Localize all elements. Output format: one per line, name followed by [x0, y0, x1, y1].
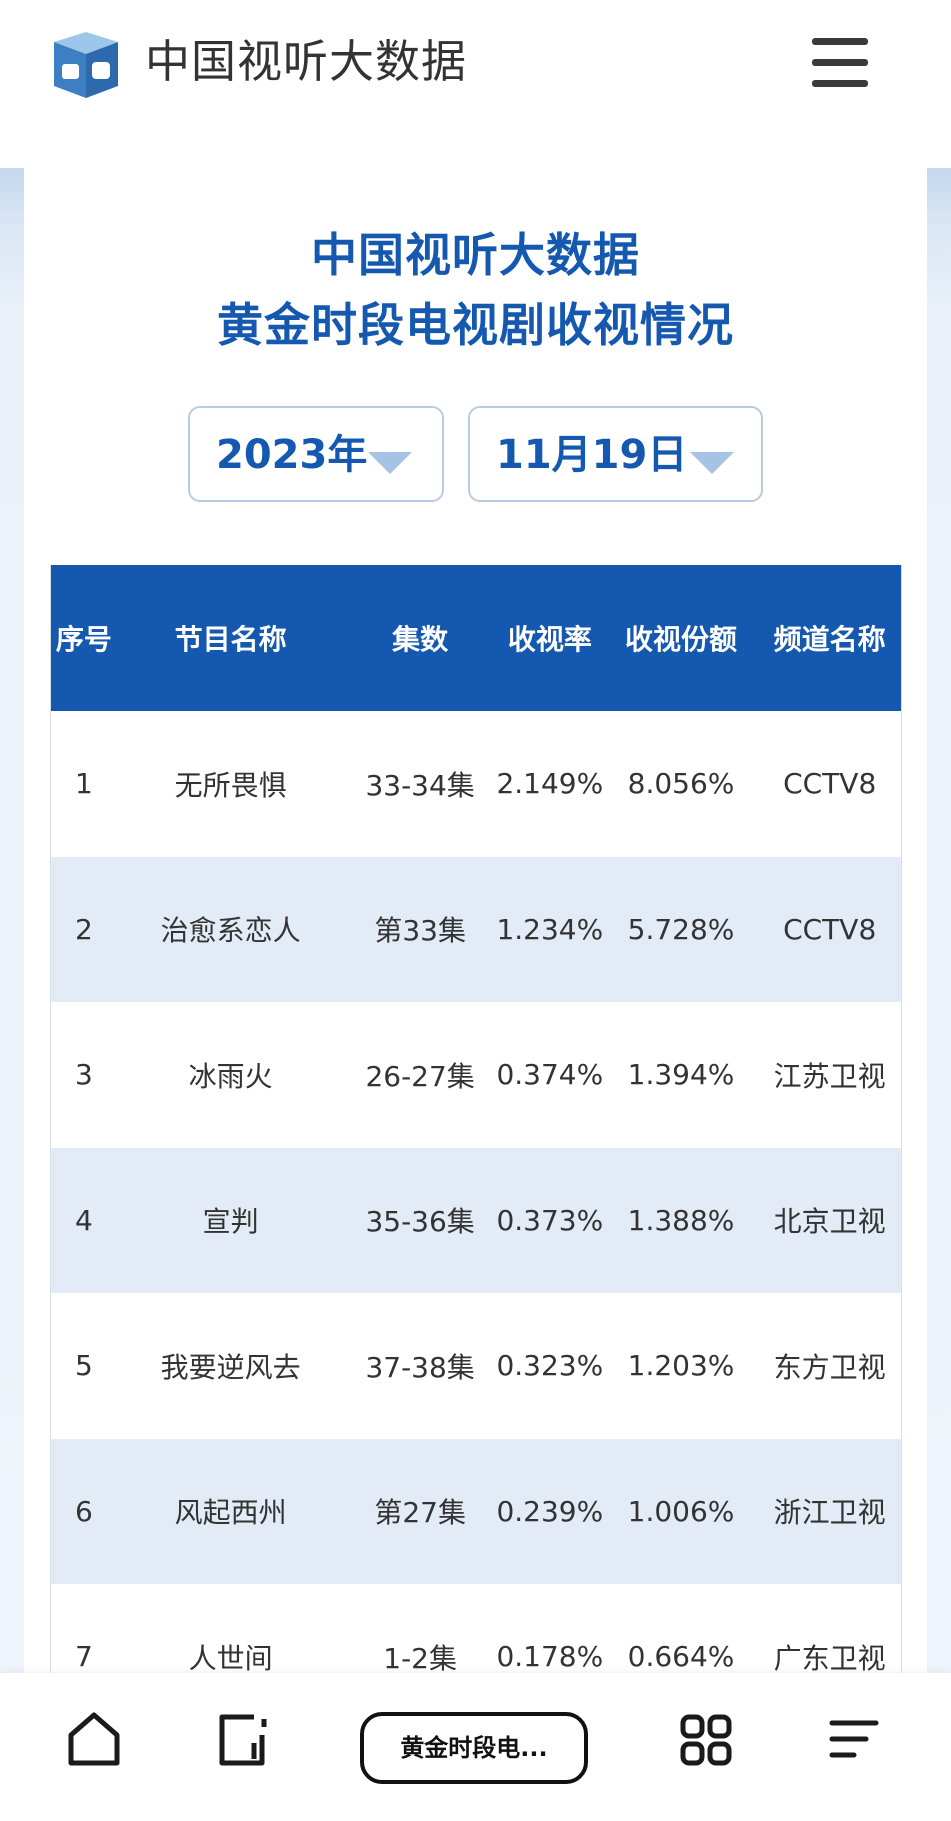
grid-apps-icon[interactable]: [678, 1709, 734, 1769]
cell-episodes: 37-38集: [365, 1350, 475, 1384]
cell-rank: 7: [75, 1640, 93, 1674]
cell-channel: 东方卫视: [773, 1350, 886, 1384]
cell-share: 1.203%: [627, 1349, 735, 1383]
table-row: 3 冰雨火 26-27集 0.374% 1.394% 江苏卫视: [51, 1002, 901, 1148]
cell-program-name: 宣判: [202, 1205, 259, 1239]
table-row: 5 我要逆风去 37-38集 0.323% 1.203% 东方卫视: [51, 1293, 901, 1439]
cell-program-name: 无所畏惧: [174, 768, 287, 802]
cell-channel: CCTV8: [783, 912, 877, 946]
cell-rating: 0.178%: [496, 1640, 604, 1674]
home-icon[interactable]: [66, 1709, 122, 1769]
top-header: 中国视听大数据: [0, 0, 951, 168]
date-dropdown[interactable]: 11月19日: [468, 406, 763, 502]
cell-episodes: 35-36集: [365, 1205, 475, 1239]
cell-rank: 2: [75, 912, 93, 946]
report-title: 中国视听大数据: [311, 228, 640, 282]
cell-channel: 江苏卫视: [773, 1059, 886, 1093]
header-rank: 序号: [55, 623, 112, 656]
cell-channel: 广东卫视: [773, 1641, 886, 1675]
table-body: 1 无所畏惧 33-34集 2.149% 8.056% CCTV8 2 治愈系恋…: [51, 711, 901, 1730]
year-dropdown[interactable]: 2023年: [188, 406, 444, 502]
cell-rating: 1.234%: [496, 912, 604, 946]
table-row: 2 治愈系恋人 第33集 1.234% 5.728% CCTV8: [51, 856, 901, 1002]
more-lines-icon[interactable]: [826, 1709, 882, 1769]
cell-episodes: 第33集: [374, 914, 466, 948]
cell-program-name: 我要逆风去: [160, 1350, 301, 1384]
cell-program-name: 冰雨火: [188, 1059, 273, 1093]
table-header: 序号 节目名称 集数 收视率 收视份额 频道名称: [51, 565, 901, 711]
cell-program-name: 风起西州: [174, 1496, 287, 1530]
book-cube-logo-icon: [54, 32, 118, 98]
year-value: 2023年: [216, 432, 368, 478]
tabs-icon[interactable]: [214, 1709, 270, 1769]
chevron-down-icon: [690, 452, 734, 474]
cell-rank: 5: [75, 1349, 93, 1383]
cell-rank: 3: [75, 1058, 93, 1092]
chevron-down-icon: [368, 452, 412, 474]
header-channel: 频道名称: [773, 623, 886, 656]
browser-bottom-bar: 黄金时段电...: [0, 1673, 951, 1821]
cell-rating: 2.149%: [496, 767, 604, 801]
cell-episodes: 1-2集: [383, 1641, 457, 1675]
header-rating: 收视率: [507, 623, 592, 656]
header-program-name: 节目名称: [174, 623, 287, 656]
table-row: 4 宣判 35-36集 0.373% 1.388% 北京卫视: [51, 1147, 901, 1293]
cell-rank: 6: [75, 1494, 93, 1528]
cell-rank: 1: [75, 767, 93, 801]
cell-share: 8.056%: [627, 767, 735, 801]
cell-program-name: 治愈系恋人: [160, 914, 301, 948]
current-tab-button[interactable]: 黄金时段电...: [360, 1712, 588, 1784]
header-episodes: 集数: [392, 623, 449, 656]
report-subtitle: 黄金时段电视剧收视情况: [217, 298, 734, 352]
cell-episodes: 第27集: [374, 1496, 466, 1530]
cell-program-name: 人世间: [188, 1641, 273, 1675]
brand-name: 中国视听大数据: [145, 35, 468, 88]
table-row: 6 风起西州 第27集 0.239% 1.006% 浙江卫视: [51, 1438, 901, 1584]
cell-rating: 0.373%: [496, 1203, 604, 1237]
cell-rating: 0.374%: [496, 1058, 604, 1092]
cell-share: 1.388%: [627, 1203, 735, 1237]
cell-share: 1.006%: [627, 1494, 735, 1528]
cell-share: 0.664%: [627, 1640, 735, 1674]
cell-episodes: 33-34集: [365, 768, 475, 802]
date-value: 11月19日: [496, 432, 688, 478]
header-share: 收视份额: [625, 623, 738, 656]
ratings-table: 序号 节目名称 集数 收视率 收视份额 频道名称 1 无所畏惧 33-34集 2…: [50, 565, 902, 1730]
cell-channel: CCTV8: [783, 767, 877, 801]
cell-episodes: 26-27集: [365, 1059, 475, 1093]
cell-rating: 0.239%: [496, 1494, 604, 1528]
hamburger-menu-icon[interactable]: [812, 38, 870, 88]
cell-share: 1.394%: [627, 1058, 735, 1092]
cell-channel: 浙江卫视: [773, 1496, 886, 1530]
table-row: 1 无所畏惧 33-34集 2.149% 8.056% CCTV8: [51, 711, 901, 857]
cell-share: 5.728%: [627, 912, 735, 946]
cell-channel: 北京卫视: [773, 1205, 886, 1239]
cell-rank: 4: [75, 1203, 93, 1237]
cell-rating: 0.323%: [496, 1349, 604, 1383]
